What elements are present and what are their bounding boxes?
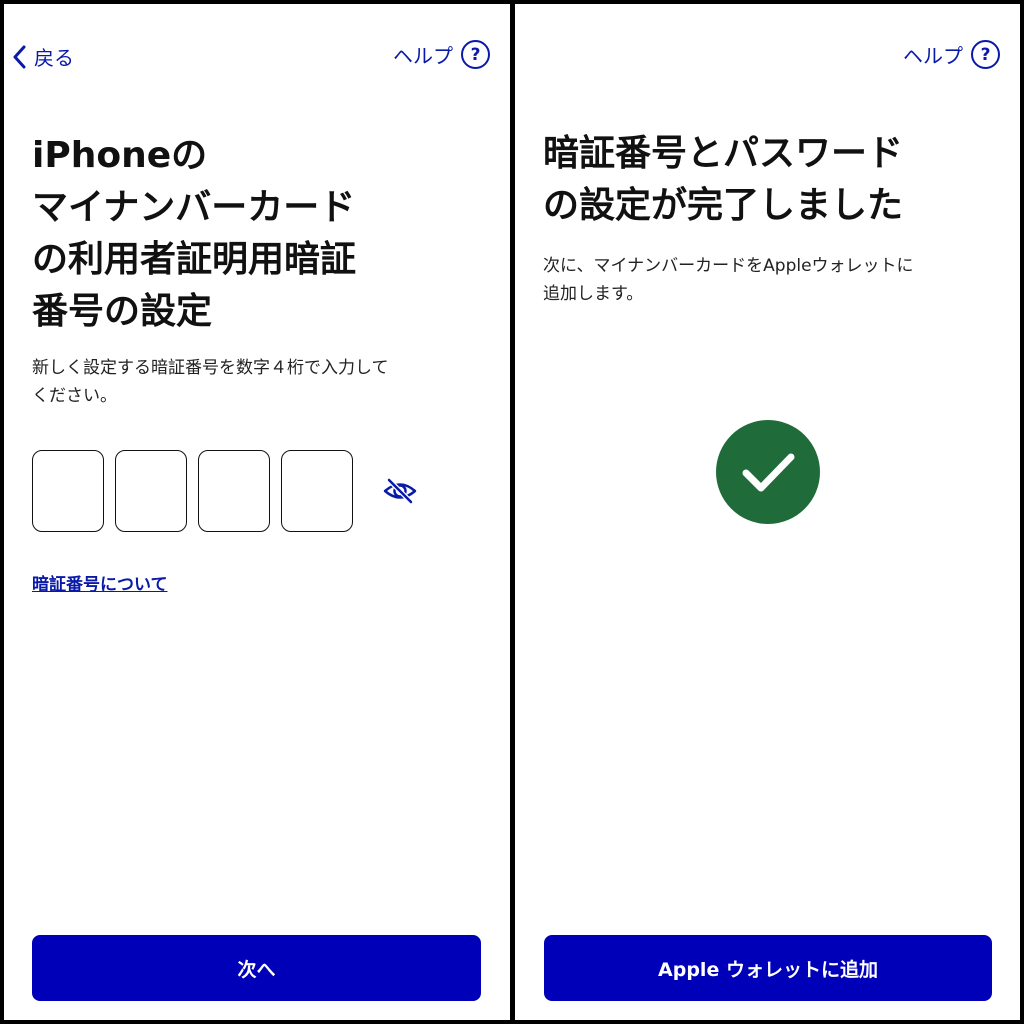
pin-digit-3[interactable] [198, 450, 270, 532]
eye-slash-icon[interactable] [382, 476, 418, 506]
checkmark-circle-icon [716, 420, 820, 524]
page-title: 暗証番号とパスワード の設定が完了しました [543, 133, 904, 226]
pin-setup-screen: 戻る ヘルプ ? iPhoneの マイナンバーカード の利用者証明用暗証 番号の… [4, 4, 510, 1020]
pin-digit-4[interactable] [281, 450, 353, 532]
next-step-text: 次に、マイナンバーカードをAppleウォレットに 追加します。 [543, 256, 914, 304]
help-icon: ? [461, 40, 490, 69]
pin-input-group [32, 450, 353, 532]
help-button[interactable]: ヘルプ ? [393, 40, 490, 69]
help-icon: ? [971, 40, 1000, 69]
pin-digit-2[interactable] [115, 450, 187, 532]
page-title: iPhoneの マイナンバーカード の利用者証明用暗証 番号の設定 [32, 135, 357, 332]
back-label: 戻る [34, 46, 74, 70]
add-to-wallet-button[interactable]: Apple ウォレットに追加 [544, 935, 992, 1001]
next-button[interactable]: 次へ [32, 935, 481, 1001]
help-label: ヘルプ [903, 44, 963, 68]
chevron-left-icon [13, 45, 26, 68]
back-button[interactable]: 戻る [12, 42, 74, 71]
instruction-text: 新しく設定する暗証番号を数字４桁で入力して ください。 [32, 358, 389, 406]
pin-info-link[interactable]: 暗証番号について [32, 570, 168, 595]
setup-complete-screen: ヘルプ ? 暗証番号とパスワード の設定が完了しました 次に、マイナンバーカード… [515, 4, 1020, 1020]
help-button[interactable]: ヘルプ ? [903, 40, 1000, 69]
add-to-wallet-label: Apple ウォレットに追加 [658, 958, 878, 981]
help-label: ヘルプ [393, 44, 453, 68]
pin-digit-1[interactable] [32, 450, 104, 532]
next-button-label: 次へ [237, 958, 276, 981]
